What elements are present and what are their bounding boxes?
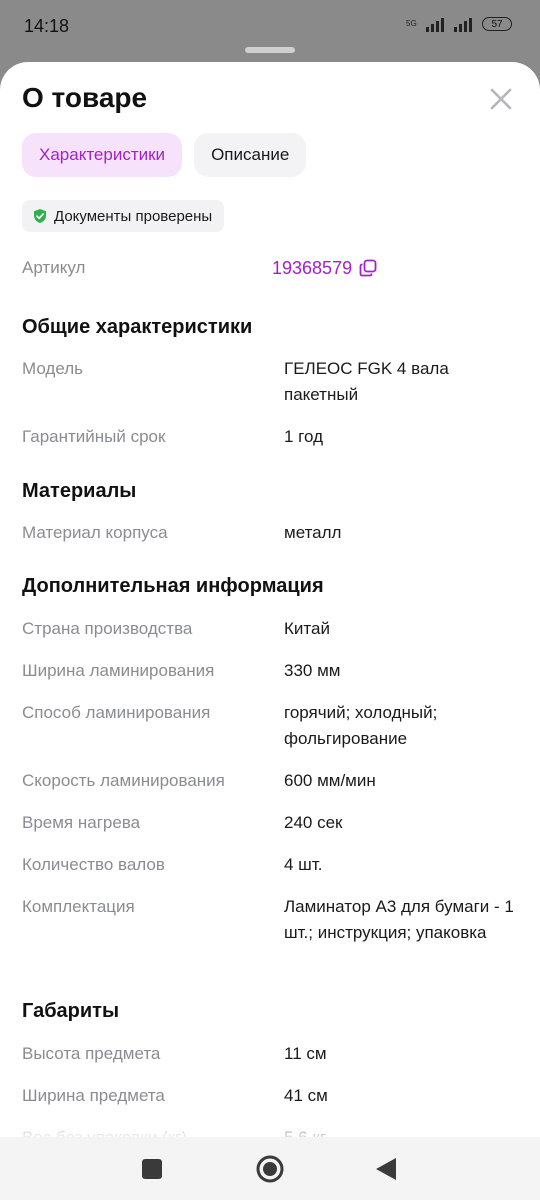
signal-icon [426, 16, 444, 32]
spec-label: Количество валов [22, 855, 165, 874]
tabs: Характеристики Описание [22, 133, 307, 177]
signal-icon-2 [454, 16, 472, 32]
spec-label: Вес без упаковки (кг) [22, 1125, 272, 1137]
copy-icon [359, 259, 377, 277]
spec-value: 4 шт. [284, 855, 323, 874]
spec-label: Модель [22, 359, 84, 378]
section-title-materials: Материалы [22, 480, 137, 502]
section-title-dimensions: Габариты [22, 1000, 120, 1022]
spec-label: Страна производства [22, 619, 193, 638]
sheet-title: О товаре [22, 82, 148, 113]
section-title-general: Общие характеристики [22, 316, 253, 338]
article-label: Артикул [22, 258, 86, 277]
square-icon [142, 1159, 162, 1179]
network-type: 5G [406, 19, 417, 28]
documents-verified-badge: Документы проверены [22, 200, 225, 232]
spec-value: 330 мм [284, 661, 341, 680]
spec-label: Скорость ламинирования [22, 771, 225, 790]
navigation-bar [0, 1137, 540, 1200]
recent-apps-button[interactable] [134, 1151, 170, 1187]
back-button[interactable] [368, 1151, 404, 1187]
spec-value: 41 см [284, 1086, 328, 1105]
tab-description[interactable]: Описание [194, 133, 307, 177]
spec-value: 11 см [284, 1044, 327, 1063]
close-icon [490, 88, 512, 110]
article-value-copy[interactable]: 19368579 [272, 255, 378, 281]
spec-value: Ламинатор А3 для бумаги - 1 шт.; инструк… [284, 897, 514, 942]
spec-value: металл [284, 523, 342, 542]
tab-characteristics[interactable]: Характеристики [22, 133, 183, 177]
spec-value: 1 год [284, 427, 324, 446]
spec-value: 240 сек [284, 813, 343, 832]
status-icons: 5G 57 [406, 16, 512, 32]
documents-verified-label: Документы проверены [54, 207, 213, 225]
triangle-back-icon [376, 1158, 396, 1180]
spec-label: Ширина ламинирования [22, 661, 215, 680]
spec-label: Комплектация [22, 897, 135, 916]
spec-value: ГЕЛЕОС FGK 4 вала пакетный [284, 359, 449, 404]
section-title-additional: Дополнительная информация [22, 575, 324, 597]
product-info-sheet: О товаре Характеристики Описание Докумен… [0, 62, 540, 1137]
close-button[interactable] [484, 82, 518, 116]
spec-label: Материал корпуса [22, 523, 168, 542]
spec-value: горячий; холодный; фольгирование [284, 703, 438, 748]
spec-label: Время нагрева [22, 813, 141, 832]
spec-value: 600 мм/мин [284, 771, 376, 790]
spec-value: Китай [284, 619, 330, 638]
spec-label: Гарантийный срок [22, 427, 166, 446]
shield-check-icon [34, 209, 46, 223]
spec-label: Ширина предмета [22, 1086, 165, 1105]
home-button[interactable] [252, 1151, 288, 1187]
battery-icon: 57 [482, 17, 512, 31]
circle-icon [256, 1155, 284, 1183]
spec-label: Способ ламинирования [22, 703, 211, 722]
spec-value: 5,6 кг [284, 1125, 518, 1137]
spec-label: Высота предмета [22, 1044, 161, 1063]
status-time: 14:18 [24, 16, 70, 36]
sheet-drag-handle[interactable] [245, 47, 295, 53]
article-value: 19368579 [272, 258, 353, 278]
